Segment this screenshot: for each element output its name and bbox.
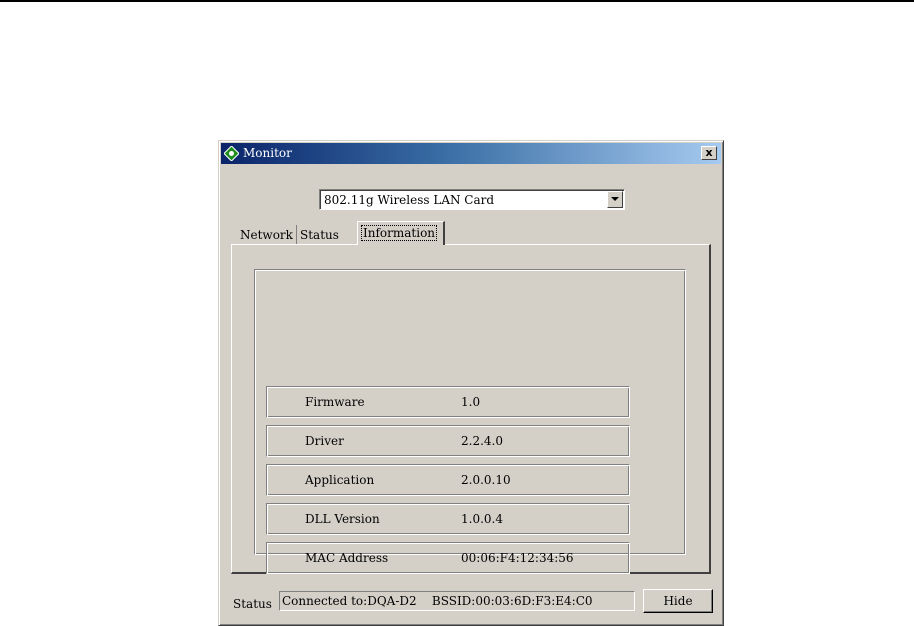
information-panel: Firmware 1.0 Driver 2.2.4.0 Application … xyxy=(231,244,711,574)
adapter-selected-value: 802.11g Wireless LAN Card xyxy=(324,193,495,207)
mac-address-label: MAC Address xyxy=(305,551,389,565)
info-row-application: Application 2.0.0.10 xyxy=(266,464,630,496)
tab-information-label: Information xyxy=(361,225,438,241)
close-icon: x xyxy=(705,146,713,159)
hide-button[interactable]: Hide xyxy=(643,589,713,613)
window-title: Monitor xyxy=(243,146,292,160)
close-button[interactable]: x xyxy=(701,146,717,160)
driver-value: 2.2.4.0 xyxy=(461,434,503,448)
application-label: Application xyxy=(305,473,375,487)
mac-address-value: 00:06:F4:12:34:56 xyxy=(461,551,574,565)
dll-version-label: DLL Version xyxy=(305,512,380,526)
chevron-down-icon xyxy=(611,197,619,201)
tab-status[interactable]: Status xyxy=(297,225,342,245)
dll-version-value: 1.0.0.4 xyxy=(461,512,503,526)
driver-label: Driver xyxy=(305,434,344,448)
application-value: 2.0.0.10 xyxy=(461,473,511,487)
info-row-mac-address: MAC Address 00:06:F4:12:34:56 xyxy=(266,542,630,574)
info-row-firmware: Firmware 1.0 xyxy=(266,386,630,418)
title-bar[interactable]: Monitor x xyxy=(221,143,721,164)
firmware-label: Firmware xyxy=(305,395,365,409)
firmware-value: 1.0 xyxy=(461,395,481,409)
connection-status-field: Connected to:DQA-D2 BSSID:00:03:6D:F3:E4… xyxy=(279,591,635,611)
top-rule xyxy=(0,0,914,2)
adapter-dropdown[interactable]: 802.11g Wireless LAN Card xyxy=(319,189,625,210)
monitor-window: Monitor x 802.11g Wireless LAN Card Netw… xyxy=(218,140,724,626)
dropdown-button[interactable] xyxy=(607,191,623,208)
app-icon xyxy=(224,146,239,161)
info-row-driver: Driver 2.2.4.0 xyxy=(266,425,630,457)
status-label: Status xyxy=(233,597,272,611)
tab-network[interactable]: Network xyxy=(237,225,297,245)
tab-information[interactable]: Information xyxy=(357,221,445,245)
info-row-dll-version: DLL Version 1.0.0.4 xyxy=(266,503,630,535)
